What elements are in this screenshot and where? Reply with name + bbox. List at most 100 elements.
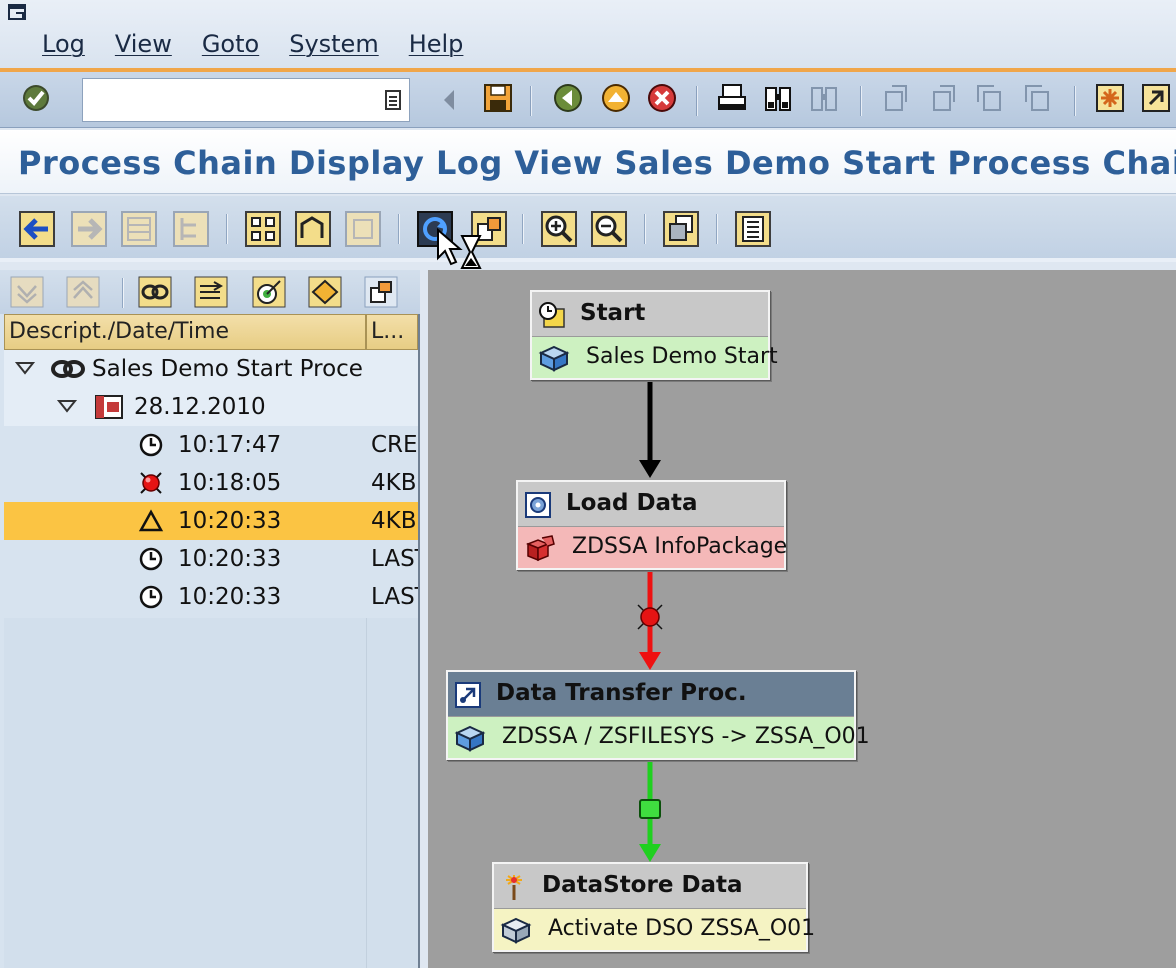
column-description[interactable]: Descript./Date/Time xyxy=(4,314,366,350)
node-body: ZDSSA InfoPackage xyxy=(518,526,788,568)
previous-page-icon xyxy=(933,85,955,111)
log-tree: Sales Demo Start Proce 28.12.2010 10:17:… xyxy=(4,350,418,616)
node-title: DataStore Data xyxy=(542,872,743,898)
start-clock-icon xyxy=(539,302,565,328)
list-icon[interactable] xyxy=(734,210,772,248)
command-history-icon[interactable] xyxy=(385,90,401,110)
toolbar-separator xyxy=(522,214,524,244)
node-header: DataStore Data xyxy=(494,864,806,908)
tree-root-row[interactable]: Sales Demo Start Proce xyxy=(4,350,418,388)
tree-toolbar xyxy=(0,270,420,314)
node-description: ZDSSA InfoPackage xyxy=(572,534,788,559)
window-menu-icon[interactable] xyxy=(8,4,28,22)
node-body: Sales Demo Start xyxy=(532,336,778,378)
infopackage-icon xyxy=(525,535,555,562)
hierarchy-view-icon xyxy=(173,211,209,247)
link-error-icon[interactable] xyxy=(637,604,663,630)
tree-time-row[interactable]: 10:18:05 4KB: xyxy=(4,464,418,502)
node-header: Start xyxy=(532,292,768,336)
back-icon[interactable] xyxy=(552,82,584,114)
tree-cell: 10:20:33 xyxy=(4,578,366,616)
dtp-icon xyxy=(455,682,481,708)
menu-log[interactable]: Log xyxy=(42,30,85,58)
planning-view-icon[interactable] xyxy=(294,210,332,248)
node-title: Start xyxy=(580,300,646,326)
node-start[interactable]: Start Sales Demo Start xyxy=(530,290,778,380)
diamond-icon[interactable] xyxy=(308,276,342,308)
tree-cell: Sales Demo Start Proce xyxy=(4,350,366,388)
print-icon[interactable] xyxy=(716,82,748,114)
node-title: Data Transfer Proc. xyxy=(496,680,747,706)
enter-check-icon[interactable] xyxy=(20,82,52,114)
toolbar-separator xyxy=(716,214,718,244)
zoom-in-icon[interactable] xyxy=(540,210,578,248)
command-input[interactable] xyxy=(83,79,373,119)
red-light-icon xyxy=(140,472,162,494)
process-flow-icon[interactable] xyxy=(194,276,228,308)
node-data-transfer-process[interactable]: Data Transfer Proc. ZDSSA / ZSFILESYS ->… xyxy=(446,670,870,760)
find-next-icon xyxy=(811,87,837,111)
tree-time-row[interactable]: 10:17:47 CRE. xyxy=(4,426,418,464)
command-field[interactable] xyxy=(82,78,410,122)
node-title: Load Data xyxy=(566,490,698,516)
node-body: Activate DSO ZSSA_O01 xyxy=(494,908,815,950)
title-bar: Process Chain Display Log View Sales Dem… xyxy=(0,130,1176,194)
collapse-command-icon[interactable] xyxy=(438,84,460,116)
menu-goto[interactable]: Goto xyxy=(202,30,259,58)
arrow-left-icon[interactable] xyxy=(18,210,56,248)
menu-system[interactable]: System xyxy=(289,30,379,58)
node-body: ZDSSA / ZSFILESYS -> ZSSA_O01 xyxy=(448,716,870,758)
save-icon[interactable] xyxy=(482,82,514,114)
variant-cube-icon xyxy=(454,725,486,752)
menu-items: Log View Goto System Help xyxy=(42,30,463,58)
change-view-icon[interactable] xyxy=(364,276,398,308)
zoom-out-icon[interactable] xyxy=(590,210,628,248)
cancel-icon[interactable] xyxy=(646,82,678,114)
calendar-icon xyxy=(95,395,123,419)
column-log[interactable]: L... xyxy=(366,314,418,350)
target-icon[interactable] xyxy=(252,276,286,308)
layout-icon[interactable] xyxy=(244,210,282,248)
tree-time-row[interactable]: 10:20:33 LAST xyxy=(4,578,418,616)
tree-log-cell xyxy=(366,350,418,388)
chain-link-icon[interactable] xyxy=(138,276,172,308)
node-description: Sales Demo Start xyxy=(586,344,778,369)
node-load-data[interactable]: Load Data ZDSSA InfoPackage xyxy=(516,480,788,570)
toolbar-separator xyxy=(226,214,228,244)
toolbar-separator xyxy=(530,86,532,116)
tree-cell: 10:18:05 xyxy=(4,464,366,502)
node-description: ZDSSA / ZSFILESYS -> ZSSA_O01 xyxy=(502,724,870,749)
triangle-expanded-icon[interactable] xyxy=(14,358,36,378)
tree-cell: 28.12.2010 xyxy=(4,388,366,426)
menu-bar: Log View Goto System Help xyxy=(0,0,1176,68)
tree-date-row[interactable]: 28.12.2010 xyxy=(4,388,418,426)
exit-icon[interactable] xyxy=(600,82,632,114)
gear-process-icon xyxy=(525,492,551,518)
tree-column-headers: Descript./Date/Time L... xyxy=(4,314,418,350)
menu-view[interactable]: View xyxy=(115,30,172,58)
warning-icon xyxy=(138,509,164,532)
toolbar-separator xyxy=(696,86,698,116)
link-arrow-head xyxy=(639,652,661,670)
node-datastore-data[interactable]: DataStore Data Activate DSO ZSSA_O01 xyxy=(492,862,815,952)
menu-help[interactable]: Help xyxy=(409,30,464,58)
triangle-expanded-icon[interactable] xyxy=(56,396,78,416)
toolbar-separator xyxy=(122,278,124,308)
variant-cube-icon xyxy=(500,917,532,944)
new-session-icon[interactable] xyxy=(1094,82,1126,114)
link-ok-icon[interactable] xyxy=(639,799,661,819)
page-title: Process Chain Display Log View Sales Dem… xyxy=(18,144,1176,182)
tree-time-row[interactable]: 10:20:33 LAST xyxy=(4,540,418,578)
shortcut-icon[interactable] xyxy=(1140,82,1172,114)
node-description: Activate DSO ZSSA_O01 xyxy=(548,916,816,941)
log-time: 10:20:33 xyxy=(178,546,282,572)
tree-time-row-selected[interactable]: 10:20:33 4KB: xyxy=(4,502,418,540)
log-type: CRE. xyxy=(371,432,418,458)
log-type: 4KB: xyxy=(371,470,418,496)
overview-icon[interactable] xyxy=(662,210,700,248)
first-page-icon xyxy=(885,85,907,111)
busy-cursor-icon xyxy=(437,228,482,269)
toolbar-separator xyxy=(644,214,646,244)
find-icon[interactable] xyxy=(762,82,794,114)
tree-cell: 10:20:33 xyxy=(4,540,366,578)
